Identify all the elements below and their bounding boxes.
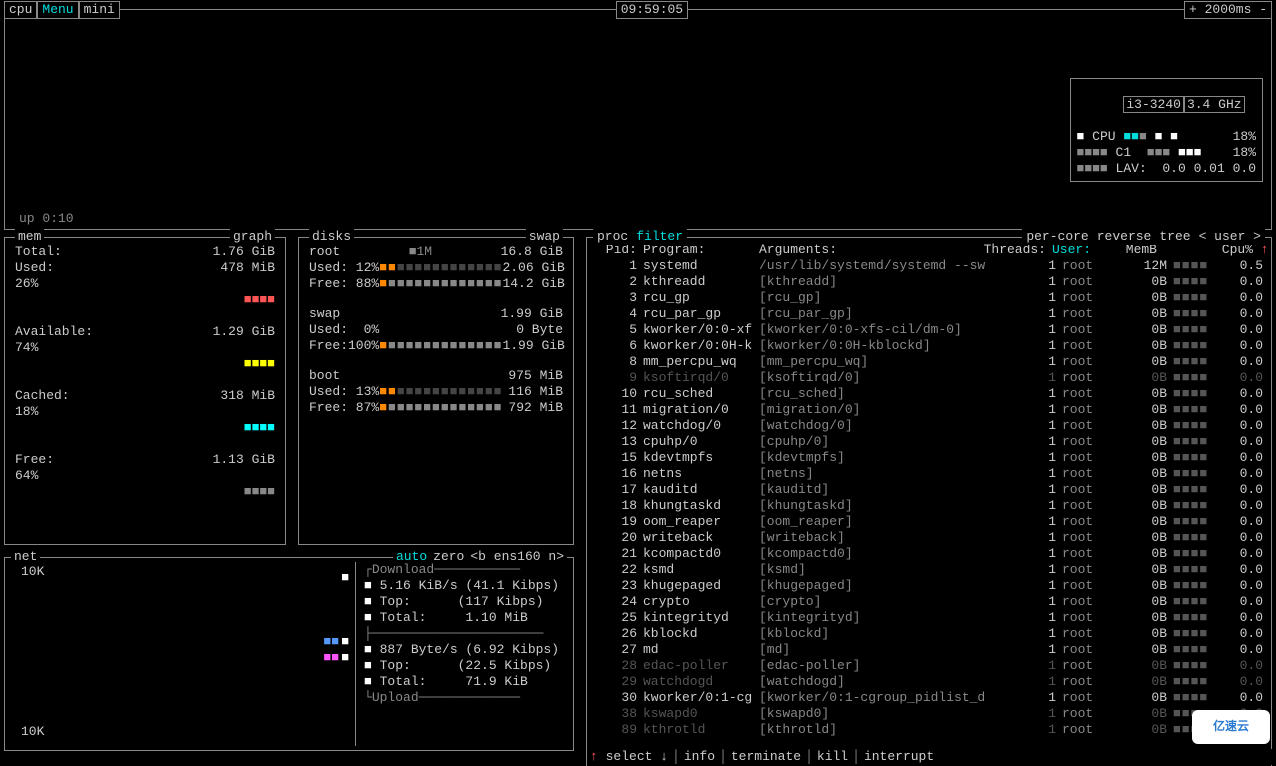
mem-row: Cached:318 MiB <box>15 388 275 404</box>
mem-row: 74% <box>15 340 275 356</box>
cpu-model: i3-3240 <box>1123 96 1184 113</box>
process-row[interactable]: 5kworker/0:0-xf[kworker/0:0-xfs-cil/dm-0… <box>595 322 1263 338</box>
ul-title: Upload <box>372 690 419 705</box>
cpu-ghz: 3.4 GHz <box>1184 96 1245 113</box>
disk-line: Free: 88%■■■■■■■■■■■■■■14.2 GiB <box>309 276 563 292</box>
mem-graph-dots: ■■■■ <box>15 356 275 372</box>
process-row[interactable]: 25kintegrityd[kintegrityd]1root0B■■■■0.0 <box>595 610 1263 626</box>
ul-rate: 887 Byte/s (6.92 Kibps) <box>380 642 559 657</box>
process-row[interactable]: 89kthrotld[kthrotld]1root0B■■■■0.0 <box>595 722 1263 738</box>
cpu-panel: up 0:10 i3-32403.4 GHz ■ CPU ■■■ ■ ■ 18%… <box>4 16 1272 230</box>
net-stats: ┌Download─────────── ■ 5.16 KiB/s (41.1 … <box>355 562 565 746</box>
dl-rate: 5.16 KiB/s (41.1 Kibps) <box>380 578 559 593</box>
disk-header: swap1.99 GiB <box>309 306 563 322</box>
process-row[interactable]: 24crypto[crypto]1root0B■■■■0.0 <box>595 594 1263 610</box>
dl-total: Total: 1.10 MiB <box>380 610 528 625</box>
net-panel: net auto zero <b ens160 n> 10K 10K ■ ■ ■… <box>4 557 574 751</box>
process-row[interactable]: 11migration/0[migration/0]1root0B■■■■0.0 <box>595 402 1263 418</box>
process-row[interactable]: 3rcu_gp[rcu_gp]1root0B■■■■0.0 <box>595 290 1263 306</box>
process-row[interactable]: 16netns[netns]1root0B■■■■0.0 <box>595 466 1263 482</box>
process-row[interactable]: 38kswapd0[kswapd0]1root0B■■■■0.0 <box>595 706 1263 722</box>
hint-terminate[interactable]: terminate <box>731 749 801 765</box>
process-row[interactable]: 6kworker/0:0H-k[kworker/0:0H-kblockd]1ro… <box>595 338 1263 354</box>
mem-graph-dots: ■■■■ <box>15 484 275 500</box>
hint-info[interactable]: info <box>684 749 715 765</box>
disk-line: Free: 87%■■■■■■■■■■■■■■792 MiB <box>309 400 563 416</box>
process-row[interactable]: 2kthreadd[kthreadd]1root0B■■■■0.0 <box>595 274 1263 290</box>
process-row[interactable]: 9ksoftirqd/0[ksoftirqd/0]1root0B■■■■0.0 <box>595 370 1263 386</box>
disk-header: boot975 MiB <box>309 368 563 384</box>
mem-row: Total:1.76 GiB <box>15 244 275 260</box>
net-dot-icon: ■ <box>341 570 349 586</box>
tab-tree[interactable]: tree <box>1155 229 1194 245</box>
mem-title: mem <box>15 229 44 245</box>
process-row[interactable]: 10rcu_sched[rcu_sched]1root0B■■■■0.0 <box>595 386 1263 402</box>
process-row[interactable]: 20writeback[writeback]1root0B■■■■0.0 <box>595 530 1263 546</box>
disks-title: disks <box>309 229 354 245</box>
cpu-row-c1: ■■■■ C1 ■■■ ■■■ 18% <box>1077 145 1256 161</box>
uptime: up 0:10 <box>19 211 74 227</box>
watermark-logo: 亿速云 <box>1192 710 1270 744</box>
hint-interrupt[interactable]: interrupt <box>864 749 934 765</box>
process-row[interactable]: 29watchdogd[watchdogd]1root0B■■■■0.0 <box>595 674 1263 690</box>
net-dot-icon: ■ <box>341 634 349 650</box>
process-row[interactable]: 22ksmd[ksmd]1root0B■■■■0.0 <box>595 562 1263 578</box>
net-dot-icon: ■ <box>341 650 349 666</box>
tab-user[interactable]: < user > <box>1195 229 1265 245</box>
mem-row: 64% <box>15 468 275 484</box>
mem-row: 18% <box>15 404 275 420</box>
disk-panel: disks swap root■1M16.8 GiBUsed: 12%■■■■■… <box>298 237 574 545</box>
process-row[interactable]: 27md[md]1root0B■■■■0.0 <box>595 642 1263 658</box>
mem-row: Used:478 MiB <box>15 260 275 276</box>
mem-row: Free:1.13 GiB <box>15 452 275 468</box>
process-row[interactable]: 23khugepaged[khugepaged]1root0B■■■■0.0 <box>595 578 1263 594</box>
dl-top: Top: (117 Kibps) <box>380 594 544 609</box>
cpu-row-lav: ■■■■ LAV: 0.0 0.01 0.0 <box>1077 161 1256 177</box>
disk-line: Used: 0% 0 Byte <box>309 322 563 338</box>
process-row[interactable]: 12watchdog/0[watchdog/0]1root0B■■■■0.0 <box>595 418 1263 434</box>
disk-header: root■1M16.8 GiB <box>309 244 563 260</box>
mem-row: 26% <box>15 276 275 292</box>
ul-top: Top: (22.5 Kibps) <box>380 658 552 673</box>
hint-kill[interactable]: kill <box>817 749 848 765</box>
process-row[interactable]: 30kworker/0:1-cg[kworker/0:1-cgroup_pidl… <box>595 690 1263 706</box>
mem-graph-dots: ■■■■ <box>15 292 275 308</box>
process-row[interactable]: 13cpuhp/0[cpuhp/0]1root0B■■■■0.0 <box>595 434 1263 450</box>
swap-title: swap <box>526 229 563 245</box>
net-dot-icon: ■■ <box>323 650 339 666</box>
hint-select: ↑ select ↓ <box>590 749 668 765</box>
mem-graph-toggle[interactable]: graph <box>230 229 275 245</box>
disk-line: Free:100%■■■■■■■■■■■■■■1.99 GiB <box>309 338 563 354</box>
dl-title: Download <box>372 562 434 577</box>
net-graph: 10K 10K ■ ■ ■■ ■■ ■ <box>13 562 355 746</box>
mem-panel: mem graph Total:1.76 GiBUsed:478 MiB26%■… <box>4 237 286 545</box>
tab-filter[interactable]: filter <box>632 229 687 245</box>
cpu-info-box: i3-32403.4 GHz ■ CPU ■■■ ■ ■ 18% ■■■■ C1… <box>1070 78 1263 182</box>
tab-reverse[interactable]: reverse <box>1093 229 1156 245</box>
net-dot-icon: ■■ <box>323 634 339 650</box>
process-row[interactable]: 15kdevtmpfs[kdevtmpfs]1root0B■■■■0.0 <box>595 450 1263 466</box>
proc-panel: proc filter per-core reverse tree < user… <box>586 237 1272 766</box>
net-scale-bottom: 10K <box>21 724 44 740</box>
mem-graph-dots: ■■■■ <box>15 420 275 436</box>
net-scale-top: 10K <box>21 564 44 580</box>
process-row[interactable]: 28edac-poller[edac-poller]1root0B■■■■0.0 <box>595 658 1263 674</box>
process-row[interactable]: 19oom_reaper[oom_reaper]1root0B■■■■0.0 <box>595 514 1263 530</box>
cpu-row-all: ■ CPU ■■■ ■ ■ 18% <box>1077 129 1256 145</box>
ul-total: Total: 71.9 KiB <box>380 674 528 689</box>
process-row[interactable]: 21kcompactd0[kcompactd0]1root0B■■■■0.0 <box>595 546 1263 562</box>
tab-percore[interactable]: per-core <box>1022 229 1092 245</box>
disk-line: Used: 13%■■■■■■■■■■■■■■116 MiB <box>309 384 563 400</box>
process-row[interactable]: 8mm_percpu_wq[mm_percpu_wq]1root0B■■■■0.… <box>595 354 1263 370</box>
process-row[interactable]: 26kblockd[kblockd]1root0B■■■■0.0 <box>595 626 1263 642</box>
process-row[interactable]: 4rcu_par_gp[rcu_par_gp]1root0B■■■■0.0 <box>595 306 1263 322</box>
disk-line: Used: 12%■■■■■■■■■■■■■■2.06 GiB <box>309 260 563 276</box>
mem-row: Available:1.29 GiB <box>15 324 275 340</box>
process-row[interactable]: 17kauditd[kauditd]1root0B■■■■0.0 <box>595 482 1263 498</box>
tab-proc[interactable]: proc <box>593 229 632 245</box>
process-row[interactable]: 1systemd/usr/lib/systemd/systemd --swit1… <box>595 258 1263 274</box>
hint-bar: ↑ select ↓ │ info │ terminate │ kill │ i… <box>590 749 1272 765</box>
process-row[interactable]: 18khungtaskd[khungtaskd]1root0B■■■■0.0 <box>595 498 1263 514</box>
